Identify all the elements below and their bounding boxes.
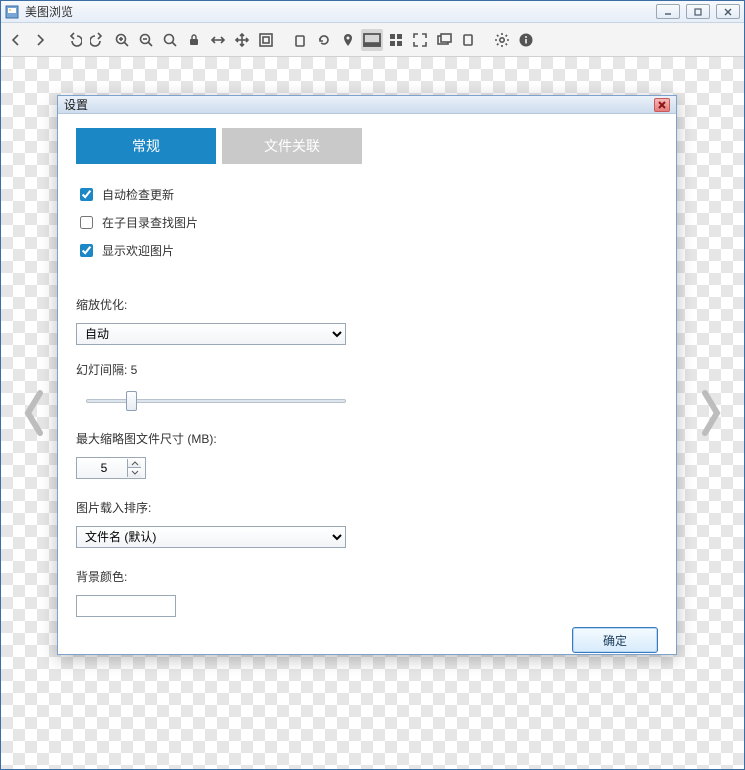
- bg-color-label: 背景颜色:: [76, 568, 658, 585]
- tab-file-association[interactable]: 文件关联: [222, 128, 362, 164]
- window-controls: [656, 4, 740, 19]
- next-button[interactable]: [29, 29, 51, 51]
- view-single-button[interactable]: [361, 29, 383, 51]
- undo-button[interactable]: [63, 29, 85, 51]
- auto-update-checkbox-row[interactable]: 自动检查更新: [76, 184, 658, 204]
- main-window: 美图浏览: [0, 0, 745, 770]
- load-order-label: 图片载入排序:: [76, 499, 658, 516]
- spin-down-button[interactable]: [127, 468, 141, 477]
- load-order-select[interactable]: 文件名 (默认): [76, 526, 346, 548]
- auto-update-label: 自动检查更新: [102, 186, 174, 203]
- max-thumb-size-label: 最大缩略图文件尺寸 (MB):: [76, 430, 658, 447]
- image-area: 设置 常规 文件关联 自动检查更新 在子目录查找图片: [1, 57, 744, 769]
- titlebar: 美图浏览: [1, 1, 744, 23]
- prev-image-arrow[interactable]: [19, 383, 49, 443]
- dialog-body: 常规 文件关联 自动检查更新 在子目录查找图片 显示欢迎图片: [58, 114, 676, 663]
- show-welcome-label: 显示欢迎图片: [102, 242, 174, 259]
- rotate-button[interactable]: [313, 29, 335, 51]
- show-welcome-checkbox[interactable]: [80, 244, 93, 257]
- pan-button[interactable]: [231, 29, 253, 51]
- dialog-tabs: 常规 文件关联: [76, 128, 658, 164]
- dialog-footer: 确定: [76, 617, 658, 653]
- maximize-button[interactable]: [686, 4, 710, 19]
- ok-button[interactable]: 确定: [572, 627, 658, 653]
- search-subdir-label: 在子目录查找图片: [102, 214, 198, 231]
- app-icon: [5, 5, 19, 19]
- bg-color-picker[interactable]: [76, 595, 176, 617]
- auto-update-checkbox[interactable]: [80, 188, 93, 201]
- redo-button[interactable]: [87, 29, 109, 51]
- rotate-left-button[interactable]: [289, 29, 311, 51]
- lock-button[interactable]: [183, 29, 205, 51]
- zoom-optimize-select[interactable]: 自动: [76, 323, 346, 345]
- max-thumb-size-input[interactable]: [81, 460, 127, 476]
- slider-track: [86, 399, 346, 403]
- settings-dialog: 设置 常规 文件关联 自动检查更新 在子目录查找图片: [57, 95, 677, 655]
- toolbar: [1, 23, 744, 57]
- spin-up-button[interactable]: [127, 459, 141, 468]
- prev-button[interactable]: [5, 29, 27, 51]
- max-thumb-size-spinner[interactable]: [76, 457, 146, 479]
- dialog-titlebar: 设置: [58, 96, 676, 114]
- slideshow-interval-label: 幻灯间隔: 5: [76, 361, 658, 378]
- slider-thumb[interactable]: [126, 391, 137, 411]
- fit-width-button[interactable]: [207, 29, 229, 51]
- search-subdir-checkbox[interactable]: [80, 216, 93, 229]
- minimize-button[interactable]: [656, 4, 680, 19]
- info-button[interactable]: [515, 29, 537, 51]
- zoom-out-button[interactable]: [135, 29, 157, 51]
- search-subdir-checkbox-row[interactable]: 在子目录查找图片: [76, 212, 658, 232]
- slideshow-button[interactable]: [433, 29, 455, 51]
- settings-button[interactable]: [491, 29, 513, 51]
- show-welcome-checkbox-row[interactable]: 显示欢迎图片: [76, 240, 658, 260]
- flip-button[interactable]: [457, 29, 479, 51]
- settings-form: 自动检查更新 在子目录查找图片 显示欢迎图片 缩放优化: 自动: [76, 184, 658, 617]
- window-title: 美图浏览: [25, 3, 656, 20]
- tab-general[interactable]: 常规: [76, 128, 216, 164]
- dialog-close-button[interactable]: [654, 98, 670, 112]
- location-button[interactable]: [337, 29, 359, 51]
- next-image-arrow[interactable]: [696, 383, 726, 443]
- fullscreen-button[interactable]: [409, 29, 431, 51]
- slideshow-interval-slider[interactable]: [86, 390, 346, 412]
- zoom-optimize-label: 缩放优化:: [76, 296, 658, 313]
- view-grid-button[interactable]: [385, 29, 407, 51]
- fit-window-button[interactable]: [255, 29, 277, 51]
- zoom-actual-button[interactable]: [159, 29, 181, 51]
- zoom-in-button[interactable]: [111, 29, 133, 51]
- dialog-title: 设置: [64, 96, 654, 113]
- close-button[interactable]: [716, 4, 740, 19]
